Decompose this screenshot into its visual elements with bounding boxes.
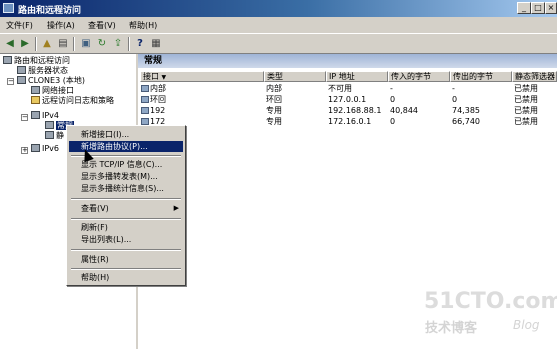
cell-bytes-in: 0 <box>390 95 396 104</box>
refresh-icon[interactable]: ↻ <box>95 37 109 50</box>
routing-icon <box>3 56 12 64</box>
general-icon <box>45 121 54 129</box>
cell-ip: 不可用 <box>328 84 352 93</box>
column-bytes-in[interactable]: 传入的字节 <box>388 71 450 82</box>
menu-view[interactable]: 查看(V) <box>88 20 116 31</box>
window-title: 路由和远程访问 <box>18 6 82 16</box>
server-icon <box>17 76 26 84</box>
show-hide-tree-icon[interactable]: ▤ <box>56 37 70 50</box>
menu-properties[interactable]: 属性(R) <box>69 254 183 265</box>
export-icon[interactable]: ⇪ <box>111 37 125 50</box>
menu-action[interactable]: 操作(A) <box>47 20 75 31</box>
cell-static-filter: 已禁用 <box>514 84 538 93</box>
folder-icon <box>31 96 40 104</box>
server-status-icon <box>17 66 26 74</box>
column-bytes-out[interactable]: 传出的字节 <box>450 71 512 82</box>
menu-new-interface[interactable]: 新增接口(I)... <box>69 129 183 140</box>
console-icon[interactable]: ▦ <box>149 37 163 50</box>
interface-icon <box>141 85 149 92</box>
ipv4-icon <box>31 111 40 119</box>
minimize-button[interactable]: _ <box>517 2 531 14</box>
menu-refresh[interactable]: 刷新(F) <box>69 222 183 233</box>
cell-ip: 172.16.0.1 <box>328 117 372 126</box>
tree-ipv6[interactable]: IPv6 <box>31 144 59 154</box>
interface-icon <box>141 107 149 114</box>
menu-separator <box>71 218 181 220</box>
up-icon[interactable]: ▲ <box>40 37 54 50</box>
cell-bytes-in: - <box>390 84 393 93</box>
tree-root[interactable]: 路由和远程访问 <box>3 56 70 66</box>
close-button[interactable]: × <box>545 2 557 14</box>
menu-help[interactable]: 帮助(H) <box>129 20 157 31</box>
tree-network-interfaces[interactable]: 网络接口 <box>31 86 74 96</box>
toolbar-separator <box>128 37 130 51</box>
cell-static-filter: 已禁用 <box>514 106 538 115</box>
cell-static-filter: 已禁用 <box>514 95 538 104</box>
column-static-filter[interactable]: 静态筛选器 <box>512 71 557 82</box>
menu-export-list[interactable]: 导出列表(L)... <box>69 234 183 245</box>
menu-separator <box>71 198 181 200</box>
tree-static[interactable]: 静 <box>45 131 64 141</box>
watermark-logo: 51CTO.com <box>424 289 557 314</box>
cell-type: 内部 <box>266 84 282 93</box>
tree-server-status[interactable]: 服务器状态 <box>17 66 68 76</box>
menu-view-submenu[interactable]: 查看(V) ▶ <box>69 203 183 214</box>
cell-bytes-out: 0 <box>452 95 458 104</box>
cell-bytes-out: - <box>452 84 455 93</box>
column-interface[interactable]: 接口 ▼ <box>140 71 264 82</box>
menu-show-multicast-forwarding[interactable]: 显示多播转发表(M)... <box>69 171 183 182</box>
toolbar-separator <box>73 37 75 51</box>
table-row[interactable]: 环回 <box>141 95 166 105</box>
column-type[interactable]: 类型 <box>264 71 326 82</box>
forward-icon[interactable]: ▶ <box>18 37 32 50</box>
menu-file[interactable]: 文件(F) <box>6 20 33 31</box>
menu-bar: 文件(F) 操作(A) 查看(V) 帮助(H) <box>0 17 557 33</box>
expand-icon[interactable]: + <box>21 147 28 154</box>
interface-icon <box>141 96 149 103</box>
properties-icon[interactable]: ▣ <box>79 37 93 50</box>
submenu-arrow-icon: ▶ <box>173 204 179 212</box>
collapse-icon[interactable]: − <box>7 78 14 85</box>
menu-separator <box>71 249 181 251</box>
back-icon[interactable]: ◀ <box>3 37 17 50</box>
help-icon[interactable]: ? <box>133 37 147 50</box>
cell-static-filter: 已禁用 <box>514 117 538 126</box>
toolbar: ◀ ▶ ▲ ▤ ▣ ↻ ⇪ ? ▦ <box>0 33 557 54</box>
tree-server[interactable]: CLONE3 (本地) <box>17 76 85 86</box>
menu-separator <box>71 268 181 270</box>
menu-show-multicast-stats[interactable]: 显示多播统计信息(S)... <box>69 183 183 194</box>
cell-ip: 192.168.88.1 <box>328 106 382 115</box>
table-row[interactable]: 192 <box>141 106 165 116</box>
interface-icon <box>141 118 149 125</box>
ipv6-icon <box>31 144 40 152</box>
cell-bytes-in: 40,844 <box>390 106 418 115</box>
cell-bytes-in: 0 <box>390 117 396 126</box>
table-row[interactable]: 内部 <box>141 84 166 94</box>
cell-bytes-out: 74,385 <box>452 106 480 115</box>
collapse-icon[interactable]: − <box>21 114 28 121</box>
cell-type: 环回 <box>266 95 282 104</box>
static-icon <box>45 131 54 139</box>
column-ip[interactable]: IP 地址 <box>326 71 388 82</box>
network-icon <box>31 86 40 94</box>
cell-type: 专用 <box>266 117 282 126</box>
cell-ip: 127.0.0.1 <box>328 95 367 104</box>
tree-ipv4[interactable]: IPv4 <box>31 111 59 121</box>
cell-type: 专用 <box>266 106 282 115</box>
watermark-text: 技术博客 <box>425 321 478 336</box>
app-icon <box>3 3 14 13</box>
pane-title: 常规 <box>138 54 557 68</box>
sort-arrow-icon: ▼ <box>161 74 167 81</box>
menu-help[interactable]: 帮助(H) <box>69 272 183 283</box>
maximize-button[interactable]: □ <box>531 2 545 14</box>
watermark-blog: Blog <box>513 318 540 332</box>
tree-remote-logging[interactable]: 远程访问日志和策略 <box>31 96 114 106</box>
cell-bytes-out: 66,740 <box>452 117 480 126</box>
title-bar: 路由和远程访问 _ □ × <box>0 0 557 17</box>
toolbar-separator <box>35 37 37 51</box>
